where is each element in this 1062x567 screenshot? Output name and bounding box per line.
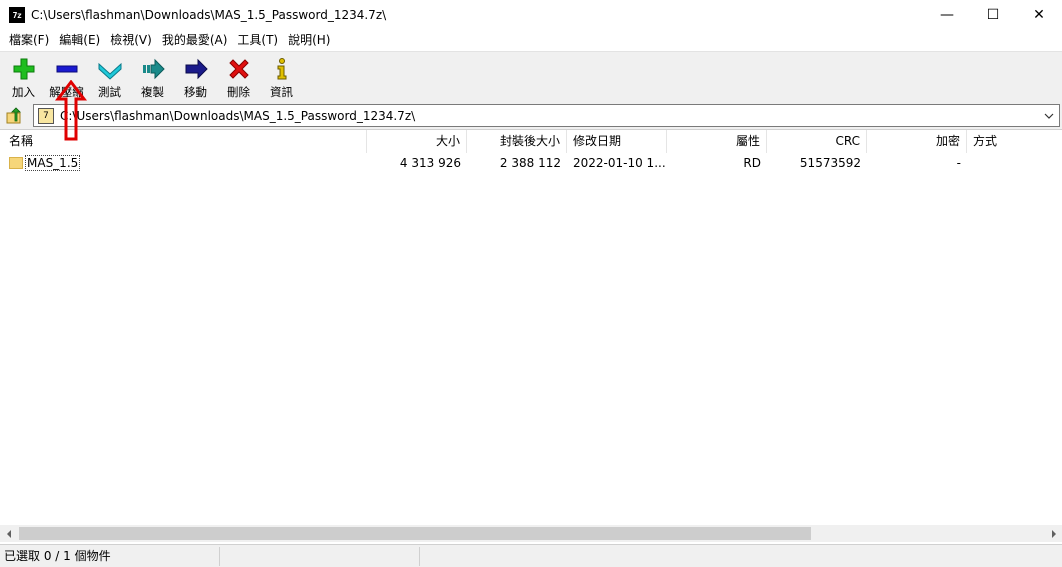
status-bar: 已選取 0 / 1 個物件	[0, 544, 1062, 567]
chevron-right-icon	[1051, 529, 1056, 538]
path-dropdown-button[interactable]	[1041, 107, 1057, 124]
row-modified: 2022-01-10 1...	[573, 156, 666, 170]
test-label: 測試	[98, 85, 121, 99]
path-input[interactable]: 7 C:\Users\flashman\Downloads\MAS_1.5_Pa…	[33, 104, 1060, 127]
info-label: 資訊	[270, 85, 293, 99]
column-header-size[interactable]: 大小	[367, 130, 467, 153]
toolbar: 加入 解壓縮 測試 複製 移動 刪除 資訊	[0, 51, 1062, 102]
delete-button[interactable]: 刪除	[217, 52, 260, 102]
check-chevron-icon	[98, 62, 121, 80]
minus-icon	[56, 65, 77, 73]
move-label: 移動	[184, 85, 207, 99]
move-arrow-icon	[185, 58, 208, 80]
chevron-left-icon	[6, 529, 11, 538]
row-name-cell[interactable]: MAS_1.5	[3, 154, 367, 172]
menu-help[interactable]: 說明(H)	[283, 30, 335, 51]
copy-button[interactable]: 複製	[131, 52, 174, 102]
menu-view[interactable]: 檢視(V)	[105, 30, 157, 51]
status-segment-3	[420, 547, 1060, 566]
up-folder-icon	[6, 106, 21, 123]
move-button[interactable]: 移動	[174, 52, 217, 102]
status-segment-2	[220, 547, 420, 566]
address-bar: 7 C:\Users\flashman\Downloads\MAS_1.5_Pa…	[0, 102, 1062, 129]
plus-icon	[13, 58, 34, 80]
scroll-left-button[interactable]	[0, 525, 17, 542]
row-attributes: RD	[743, 156, 761, 170]
scroll-right-button[interactable]	[1045, 525, 1062, 542]
column-header-crc[interactable]: CRC	[767, 130, 867, 153]
menu-file[interactable]: 檔案(F)	[4, 30, 54, 51]
test-button[interactable]: 測試	[88, 52, 131, 102]
file-list[interactable]: 名稱 大小 封裝後大小 修改日期 屬性 CRC 加密 方式 MAS_1.5 4 …	[0, 129, 1062, 525]
app-icon[interactable]: 7z	[9, 7, 25, 23]
row-name: MAS_1.5	[25, 155, 81, 171]
info-button[interactable]: 資訊	[260, 52, 303, 102]
folder-icon	[9, 156, 23, 169]
delete-label: 刪除	[227, 85, 250, 99]
path-text: C:\Users\flashman\Downloads\MAS_1.5_Pass…	[60, 108, 416, 123]
annotation-arrow-icon	[55, 80, 87, 141]
window-controls: — ☐ ✕	[924, 0, 1062, 30]
column-header-method[interactable]: 方式	[967, 130, 1062, 153]
close-button[interactable]: ✕	[1016, 0, 1062, 30]
menu-favorites[interactable]: 我的最愛(A)	[157, 30, 233, 51]
window-title: C:\Users\flashman\Downloads\MAS_1.5_Pass…	[31, 8, 387, 22]
title-bar: 7z C:\Users\flashman\Downloads\MAS_1.5_P…	[0, 0, 1062, 30]
column-header-encrypted[interactable]: 加密	[867, 130, 967, 153]
scrollbar-thumb[interactable]	[19, 527, 811, 540]
row-size: 4 313 926	[399, 156, 461, 170]
add-button[interactable]: 加入	[2, 52, 45, 102]
maximize-button[interactable]: ☐	[970, 0, 1016, 30]
copy-arrow-icon	[142, 58, 165, 80]
horizontal-scrollbar[interactable]	[0, 525, 1062, 542]
menu-bar: 檔案(F) 編輯(E) 檢視(V) 我的最愛(A) 工具(T) 說明(H)	[0, 30, 1062, 51]
info-icon	[277, 58, 286, 80]
column-header-modified[interactable]: 修改日期	[567, 130, 667, 153]
add-label: 加入	[12, 85, 35, 99]
minimize-button[interactable]: —	[924, 0, 970, 30]
copy-label: 複製	[141, 85, 164, 99]
up-folder-button[interactable]	[3, 105, 27, 127]
menu-tools[interactable]: 工具(T)	[232, 30, 283, 51]
chevron-down-icon	[1044, 113, 1054, 119]
menu-edit[interactable]: 編輯(E)	[54, 30, 105, 51]
column-header-attributes[interactable]: 屬性	[667, 130, 767, 153]
status-selection: 已選取 0 / 1 個物件	[0, 547, 220, 566]
row-method	[967, 154, 1062, 172]
archive-icon: 7	[38, 107, 54, 124]
delete-x-icon	[228, 59, 249, 79]
column-header-packed-size[interactable]: 封裝後大小	[467, 130, 567, 153]
row-packed-size: 2 388 112	[499, 156, 561, 170]
row-crc: 51573592	[799, 156, 861, 170]
row-encrypted: -	[956, 156, 961, 170]
